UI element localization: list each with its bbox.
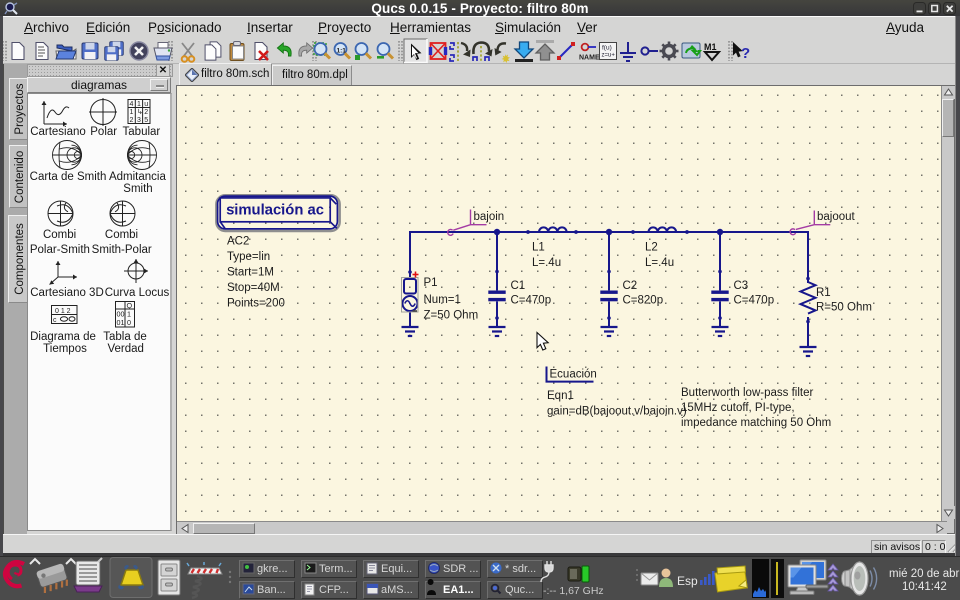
svg-text:5: 5 bbox=[144, 117, 148, 124]
svg-text:impedance matching 50 Ohm: impedance matching 50 Ohm bbox=[681, 417, 831, 429]
svg-text:c: c bbox=[53, 317, 57, 324]
svg-text:L2: L2 bbox=[645, 242, 658, 254]
svg-text:NAME: NAME bbox=[579, 55, 600, 62]
svg-text:L=.4u: L=.4u bbox=[645, 257, 674, 269]
svg-text:z=u+: z=u+ bbox=[602, 53, 616, 59]
svg-text:L=.4u: L=.4u bbox=[532, 257, 561, 269]
svg-text:Z=50 Ohm: Z=50 Ohm bbox=[424, 310, 479, 322]
svg-text:C=470p: C=470p bbox=[511, 295, 552, 307]
svg-text:Type=lin: Type=lin bbox=[227, 251, 270, 263]
svg-text:Start=1M: Start=1M bbox=[227, 267, 274, 279]
svg-text:15MHz cutoff, PI-type,: 15MHz cutoff, PI-type, bbox=[681, 402, 795, 414]
svg-text:01: 01 bbox=[117, 318, 125, 327]
svg-text:C3: C3 bbox=[734, 280, 749, 292]
svg-text:P1: P1 bbox=[424, 277, 438, 289]
svg-text:0: 0 bbox=[127, 318, 131, 327]
svg-text:Ecuación: Ecuación bbox=[550, 369, 597, 381]
svg-text:R=50 Ohm: R=50 Ohm bbox=[816, 302, 872, 314]
svg-text:gain=dB(bajoout.v/bajoin.v): gain=dB(bajoout.v/bajoin.v) bbox=[547, 406, 687, 418]
svg-text:C=470p: C=470p bbox=[734, 295, 775, 307]
svg-text:1: 1 bbox=[130, 109, 134, 116]
svg-text:1: 1 bbox=[137, 101, 141, 108]
svg-text:bajoout: bajoout bbox=[817, 211, 856, 223]
svg-text:AC2: AC2 bbox=[227, 236, 249, 248]
svg-text:Points=200: Points=200 bbox=[227, 298, 285, 310]
svg-text:3: 3 bbox=[137, 117, 141, 124]
svg-text:↳: ↳ bbox=[137, 108, 143, 116]
svg-text:0 1 2: 0 1 2 bbox=[55, 308, 71, 315]
svg-text:Num=1: Num=1 bbox=[424, 294, 461, 306]
svg-text:C=820p: C=820p bbox=[623, 295, 664, 307]
svg-text:Eqn1: Eqn1 bbox=[547, 390, 574, 402]
svg-text:bajoin: bajoin bbox=[474, 211, 505, 223]
svg-text:4: 4 bbox=[130, 101, 134, 108]
svg-text:R1: R1 bbox=[816, 287, 831, 299]
svg-text:2: 2 bbox=[144, 109, 148, 116]
svg-text:M1: M1 bbox=[704, 42, 717, 52]
svg-text:C1: C1 bbox=[511, 280, 526, 292]
svg-text:simulación ac: simulación ac bbox=[226, 203, 324, 219]
svg-text:C2: C2 bbox=[623, 280, 638, 292]
svg-text:Stop=40M: Stop=40M bbox=[227, 282, 280, 294]
svg-text:f(u): f(u) bbox=[602, 45, 612, 52]
svg-text:1:1: 1:1 bbox=[337, 48, 347, 55]
svg-text:u: u bbox=[144, 101, 148, 108]
svg-text:Butterworth low-pass filter: Butterworth low-pass filter bbox=[681, 387, 813, 399]
svg-text:L1: L1 bbox=[532, 242, 545, 254]
svg-text:2: 2 bbox=[130, 117, 134, 124]
svg-text:?: ? bbox=[741, 45, 750, 62]
